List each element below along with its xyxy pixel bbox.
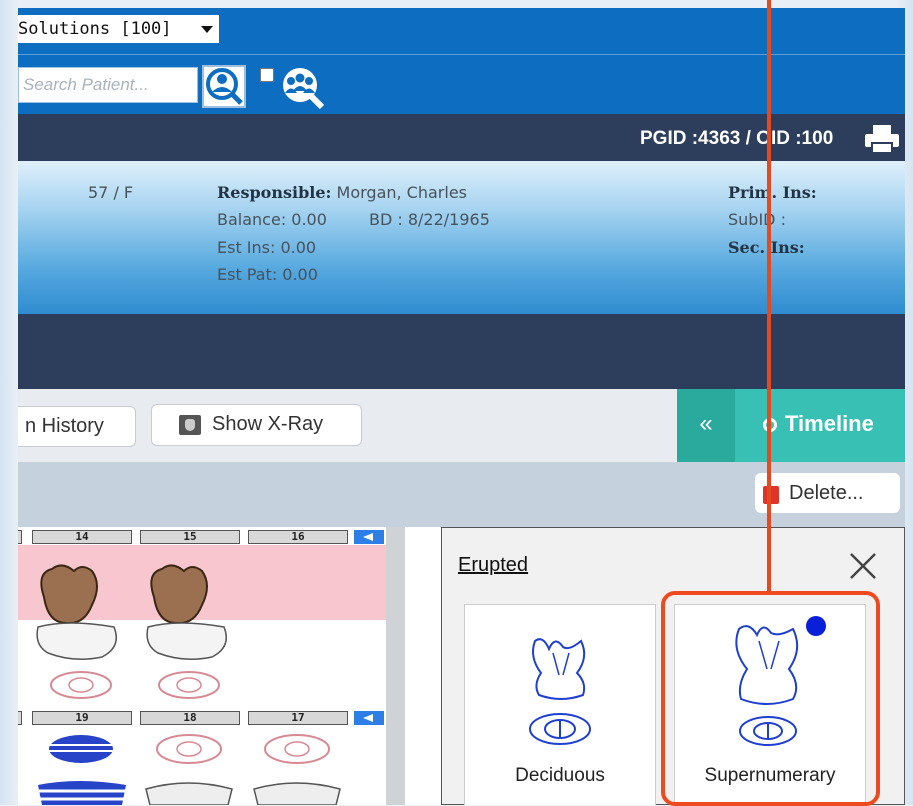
show-xray-button[interactable]: Show X-Ray [151,404,362,446]
id-separator: / [745,128,751,149]
tooth-graphics [36,564,341,805]
search-placeholder: Search Patient... [23,75,149,94]
timeline-label: Timeline [785,411,874,436]
tooth-14-crown [36,564,117,699]
action-row: Delete... [18,462,905,527]
close-icon[interactable] [845,548,881,584]
responsible-row: Responsible: Morgan, Charles [217,183,467,202]
search-patient-input[interactable]: Search Patient... [18,67,198,103]
header-divider [18,54,905,55]
toolbar: n History Show X-Ray « Timeline [18,389,905,462]
practice-select-value: Solutions [100] [18,19,172,39]
tooth-15-crown [146,564,227,699]
annotation-highlight-box [661,591,880,806]
patient-banner: 57 / F Responsible: Morgan, Charles Bala… [18,161,905,314]
printer-icon[interactable] [863,124,901,154]
tooth-number-17[interactable]: 17 [248,711,348,725]
delete-button[interactable]: Delete... [755,473,900,513]
deciduous-tooth-icon [529,638,591,745]
top-header: Solutions [100] Search Patient... [18,8,905,114]
tooth-number-19[interactable]: 19 [32,711,132,725]
id-text: PGID :4363 / OID :100 [640,128,833,150]
est-pat-text: Est Pat: 0.00 [217,265,318,284]
tooth-chart: 14 15 16 19 18 17 [18,527,405,805]
tooth-number-partial-lower [18,711,22,725]
option-deciduous[interactable]: Deciduous [464,604,656,805]
panel-title: Erupted [458,554,529,576]
group-search-icon[interactable] [278,65,326,109]
practice-select[interactable]: Solutions [100] [18,15,219,43]
search-patient-button[interactable] [202,65,246,108]
history-label: n History [25,415,104,437]
double-chevron-left-icon: « [699,410,713,437]
patient-age-sex: 57 / F [88,183,134,202]
annotation-line [767,0,771,594]
tooth-number-18[interactable]: 18 [140,711,240,725]
history-button[interactable]: n History [18,406,136,447]
est-ins-text: Est Ins: 0.00 [217,238,317,257]
timeline-button[interactable]: Timeline [735,389,905,462]
prim-ins-label: Prim. Ins: [728,183,817,202]
delete-label: Delete... [789,482,864,504]
subid-label: SubID : [728,210,786,229]
pgid-label: PGID :4363 [640,128,741,149]
responsible-name: Morgan, Charles [336,183,467,202]
arrow-left-icon-lower[interactable] [354,711,384,725]
user-search-icon [206,68,243,105]
chart-gutter [386,527,405,805]
birth-date-text: BD : 8/22/1965 [369,210,490,229]
option-checkbox[interactable] [260,68,274,82]
show-xray-label: Show X-Ray [212,413,324,435]
balance-text: Balance: 0.00 [217,210,327,229]
tooth-18 [145,734,233,805]
menu-band [18,314,905,389]
xray-icon [179,415,201,435]
tooth-19 [38,735,126,805]
id-bar: PGID :4363 / OID :100 [18,114,905,161]
trash-icon [763,486,779,504]
responsible-label: Responsible: [217,183,332,202]
tooth-17 [253,734,341,805]
collapse-button[interactable]: « [677,389,735,462]
chevron-down-icon [201,26,213,33]
deciduous-label: Deciduous [515,765,605,786]
